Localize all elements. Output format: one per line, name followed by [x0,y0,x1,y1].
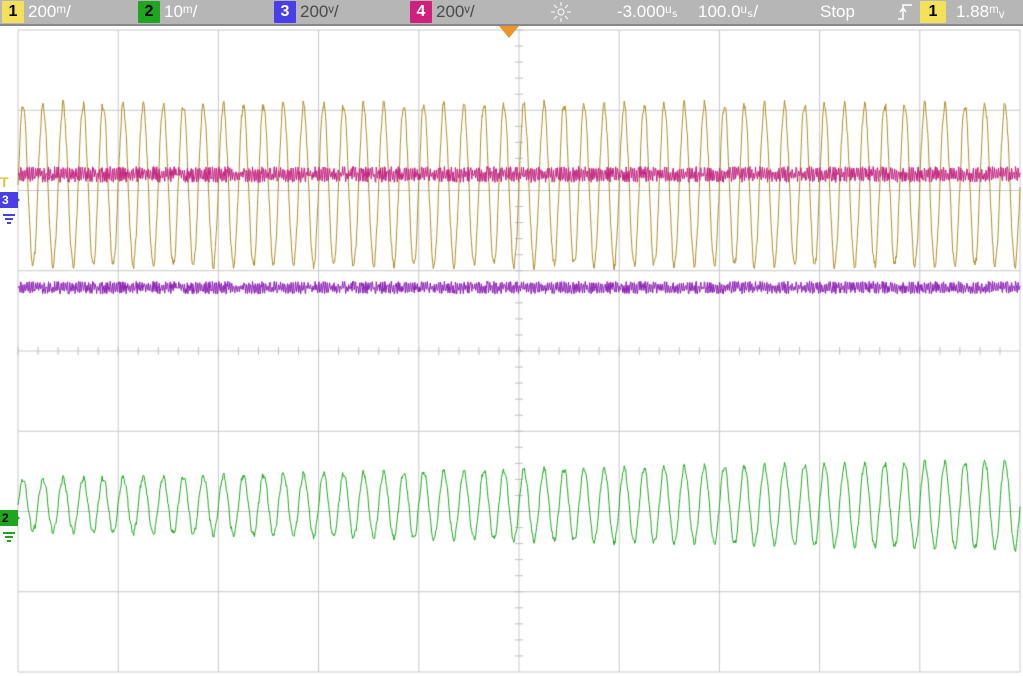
ch3-ground-marker: 3 [0,192,18,208]
right-arrow-icon [11,193,20,207]
rising-edge-icon [890,3,920,21]
ch2-ground-marker: 2 [0,510,18,526]
time-delay: -3.000ᵘₛ [580,2,690,22]
right-arrow-icon [11,511,20,525]
timebase-icon [546,1,576,23]
trigger-time-marker-icon [499,26,519,38]
ch1-scale: 200ᵐ/ [28,2,138,22]
ch2-scale: 10ᵐ/ [164,2,274,22]
ground-symbol-icon [2,210,16,224]
ch3-badge[interactable]: 3 [274,1,296,23]
waveform-canvas [0,26,1023,676]
time-per-div: 100.0ᵘₛ/ [690,2,810,22]
trigger-level-marker: T [0,174,9,190]
ground-symbol-icon [2,528,16,542]
ch4-badge[interactable]: 4 [410,1,432,23]
run-status[interactable]: Stop [810,2,890,22]
ch1-badge[interactable]: 1 [2,1,24,23]
ch2-badge[interactable]: 2 [138,1,160,23]
ch3-ground-label: 3 [0,192,11,208]
scope-topbar: 1 200ᵐ/ 2 10ᵐ/ 3 200ᵛ/ 4 200ᵛ/ -3.000ᵘₛ … [0,0,1023,26]
trigger-source-badge[interactable]: 1 [920,1,946,23]
waveform-area[interactable]: T 3 2 [0,26,1023,676]
ch2-ground-label: 2 [0,510,11,526]
ch3-scale: 200ᵛ/ [300,2,410,22]
trigger-level: 1.88ᵐᵥ [950,2,1004,22]
ch4-scale: 200ᵛ/ [436,2,546,22]
